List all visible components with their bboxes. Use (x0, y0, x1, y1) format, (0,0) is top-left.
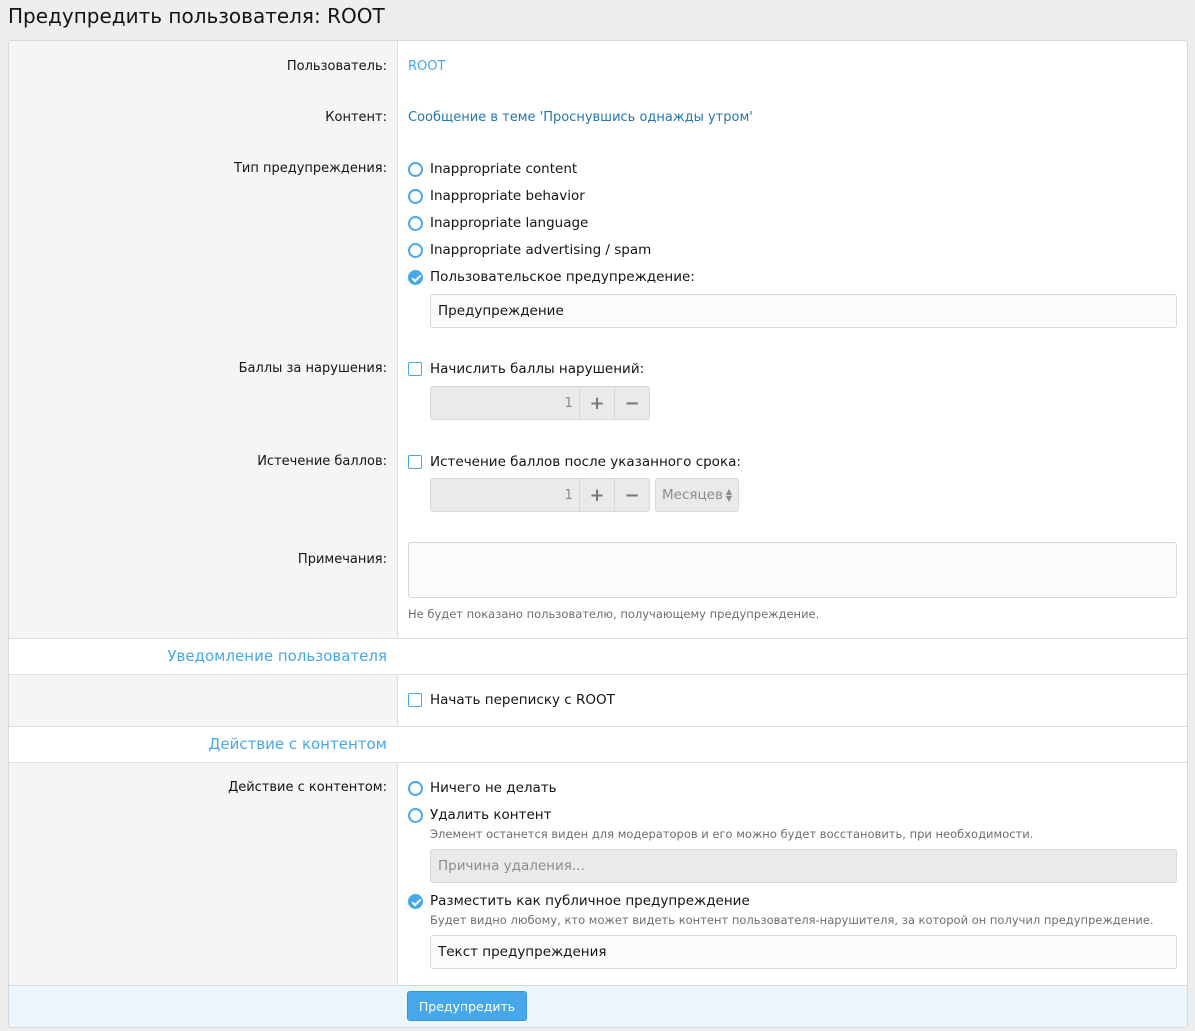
action-option-public-warning[interactable]: Разместить как публичное предупреждение (408, 892, 750, 910)
public-warning-hint: Будет видно любому, кто может видеть кон… (430, 913, 1154, 927)
warning-type-label: Тип предупреждения: (233, 161, 387, 176)
user-link[interactable]: ROOT (408, 59, 445, 74)
divider (9, 638, 1187, 639)
label-column-bg (9, 41, 398, 638)
action-option-delete[interactable]: Удалить контент (408, 806, 551, 824)
warn-submit-button[interactable]: Предупредить (407, 991, 527, 1021)
radio-checked-icon[interactable] (408, 269, 423, 285)
label-column-bg (9, 675, 398, 726)
checkbox-label: Начислить баллы нарушений: (430, 361, 645, 377)
radio-icon[interactable] (408, 161, 423, 177)
option-label: Пользовательское предупреждение: (430, 269, 695, 285)
content-action-section-heading: Действие с контентом (208, 735, 387, 753)
start-conversation-checkbox[interactable]: Начать переписку с ROOT (408, 691, 615, 709)
minus-icon[interactable]: − (615, 478, 650, 512)
expiry-checkbox[interactable]: Истечение баллов после указанного срока: (408, 453, 741, 471)
warning-type-option-custom[interactable]: Пользовательское предупреждение: (408, 268, 695, 286)
notes-label: Примечания: (297, 552, 387, 567)
checkbox-label: Истечение баллов после указанного срока: (430, 454, 741, 470)
radio-icon[interactable] (408, 188, 423, 204)
plus-icon[interactable]: + (580, 478, 615, 512)
warning-type-option-content[interactable]: Inappropriate content (408, 160, 577, 178)
action-option-nothing[interactable]: Ничего не делать (408, 779, 557, 797)
notes-textarea[interactable] (408, 542, 1177, 598)
points-label: Баллы за нарушения: (238, 361, 387, 376)
warning-type-option-language[interactable]: Inappropriate language (408, 214, 588, 232)
expiry-input[interactable]: 1 (430, 478, 580, 512)
user-label: Пользователь: (286, 59, 387, 74)
warning-type-option-behavior[interactable]: Inappropriate behavior (408, 187, 585, 205)
radio-icon[interactable] (408, 780, 423, 796)
page-title: Предупредить пользователя: ROOT (8, 4, 385, 28)
checkbox-icon[interactable] (408, 455, 422, 469)
radio-checked-icon[interactable] (408, 893, 423, 909)
custom-warning-input[interactable]: Предупреждение (430, 294, 1177, 328)
content-link[interactable]: Сообщение в теме 'Проснувшись однажды ут… (408, 110, 753, 125)
option-label: Ничего не делать (430, 780, 557, 796)
delete-hint: Элемент останется виден для модераторов … (430, 827, 1034, 841)
expiry-unit-select[interactable]: Месяцев ▲ ▼ (655, 478, 739, 512)
plus-icon[interactable]: + (580, 386, 615, 420)
warn-form: Пользователь: ROOT Контент: Сообщение в … (8, 40, 1188, 1028)
minus-icon[interactable]: − (615, 386, 650, 420)
checkbox-icon[interactable] (408, 362, 422, 376)
expiry-stepper: 1 + − (430, 478, 650, 512)
option-label: Inappropriate advertising / spam (430, 242, 652, 258)
points-checkbox[interactable]: Начислить баллы нарушений: (408, 360, 644, 378)
select-arrows-icon: ▲ ▼ (725, 487, 732, 503)
divider (9, 726, 1187, 727)
notify-section-heading: Уведомление пользователя (167, 647, 387, 665)
option-label: Удалить контент (430, 807, 552, 823)
notes-hint: Не будет показано пользователю, получающ… (408, 607, 820, 621)
expiry-label: Истечение баллов: (257, 454, 387, 469)
warning-type-option-spam[interactable]: Inappropriate advertising / spam (408, 241, 651, 259)
form-footer: Предупредить (9, 985, 1187, 1027)
label-column-bg (9, 763, 398, 985)
option-label: Inappropriate content (430, 161, 578, 177)
content-label: Контент: (325, 110, 387, 125)
public-warning-text-input[interactable]: Текст предупреждения (430, 935, 1177, 969)
option-label: Inappropriate behavior (430, 188, 585, 204)
points-input[interactable]: 1 (430, 386, 580, 420)
delete-reason-input[interactable]: Причина удаления... (430, 849, 1177, 883)
checkbox-icon[interactable] (408, 693, 422, 707)
checkbox-label: Начать переписку с ROOT (430, 692, 615, 708)
content-action-label: Действие с контентом: (228, 780, 387, 795)
option-label: Разместить как публичное предупреждение (430, 893, 750, 909)
select-value: Месяцев (662, 487, 723, 503)
radio-icon[interactable] (408, 242, 423, 258)
radio-icon[interactable] (408, 807, 423, 823)
points-stepper: 1 + − (430, 386, 650, 420)
option-label: Inappropriate language (430, 215, 589, 231)
radio-icon[interactable] (408, 215, 423, 231)
